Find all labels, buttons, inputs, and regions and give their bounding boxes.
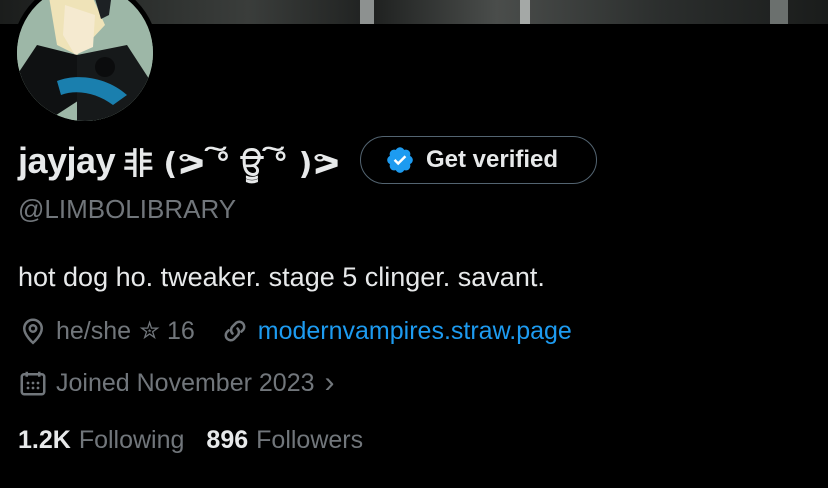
display-name-emoticon: ⾮ (ᕗ ͠° ਊ ͠° )ᕗ xyxy=(123,147,341,182)
following-link[interactable]: 1.2K Following xyxy=(18,426,184,455)
following-count: 1.2K xyxy=(18,426,71,454)
followers-label: Followers xyxy=(256,426,364,454)
followers-link[interactable]: 896 Followers xyxy=(206,426,363,455)
followers-count: 896 xyxy=(206,426,249,454)
chevron-right-icon: › xyxy=(324,366,335,399)
get-verified-button[interactable]: Get verified xyxy=(360,136,597,184)
profile-bio: hot dog ho. tweaker. stage 5 clinger. sa… xyxy=(18,262,545,292)
profile-handle: @LIMBOLIBRARY xyxy=(18,194,237,224)
profile-meta-row: he/she ✮ 16 modernvampires.straw.page xyxy=(18,316,572,346)
display-name-row: jayjay ⾮ (ᕗ ͠° ਊ ͠° )ᕗ xyxy=(18,134,340,188)
calendar-icon xyxy=(20,371,46,396)
get-verified-label: Get verified xyxy=(426,146,559,173)
banner-detail xyxy=(360,0,374,24)
pronouns-text: he/she xyxy=(56,316,132,345)
banner-detail xyxy=(770,0,788,24)
verified-badge-icon xyxy=(387,147,413,173)
website-link[interactable]: modernvampires.straw.page xyxy=(258,317,572,346)
joined-row[interactable]: Joined November 2023 › xyxy=(18,368,335,398)
star-count-text: ✮ 16 xyxy=(139,317,195,345)
display-name: jayjay xyxy=(18,140,116,181)
link-icon xyxy=(224,320,246,342)
banner-detail xyxy=(520,0,530,24)
joined-date-text: Joined November 2023 xyxy=(56,368,315,397)
avatar-illustration xyxy=(17,0,153,121)
avatar[interactable] xyxy=(12,0,158,126)
avatar-image xyxy=(17,0,153,121)
follow-stats: 1.2K Following 896 Followers xyxy=(18,426,363,455)
following-label: Following xyxy=(78,426,185,454)
location-pin-icon xyxy=(22,318,44,345)
